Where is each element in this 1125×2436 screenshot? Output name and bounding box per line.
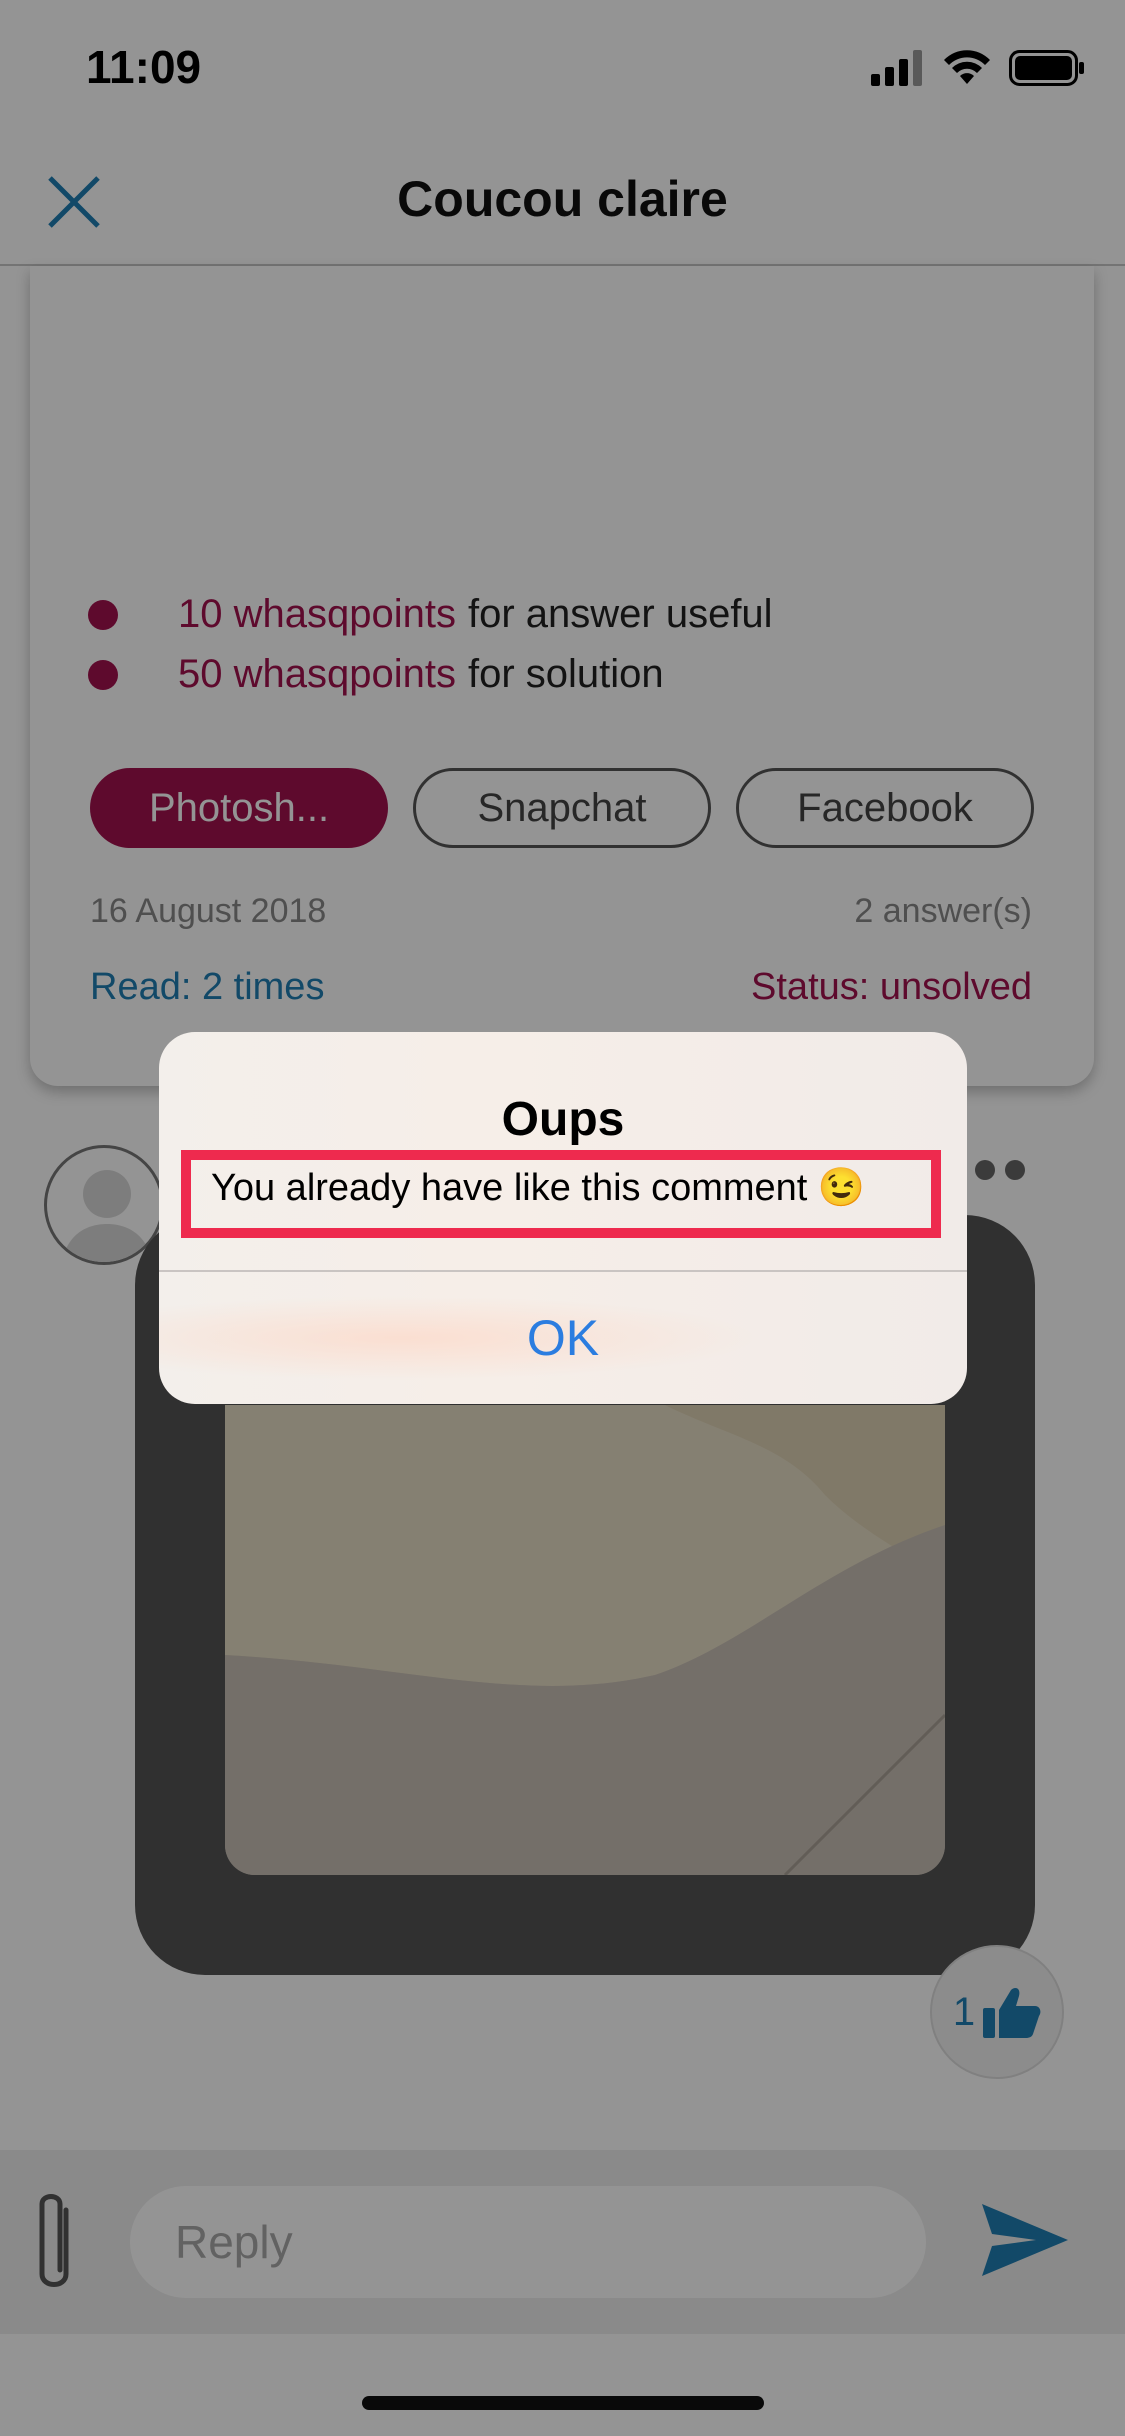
alert-dialog: Oups You already have like this comment … — [159, 1032, 967, 1404]
alert-message: You already have like this comment 😉 — [181, 1150, 941, 1238]
alert-title: Oups — [501, 1093, 625, 1146]
ok-button[interactable]: OK — [159, 1272, 967, 1404]
